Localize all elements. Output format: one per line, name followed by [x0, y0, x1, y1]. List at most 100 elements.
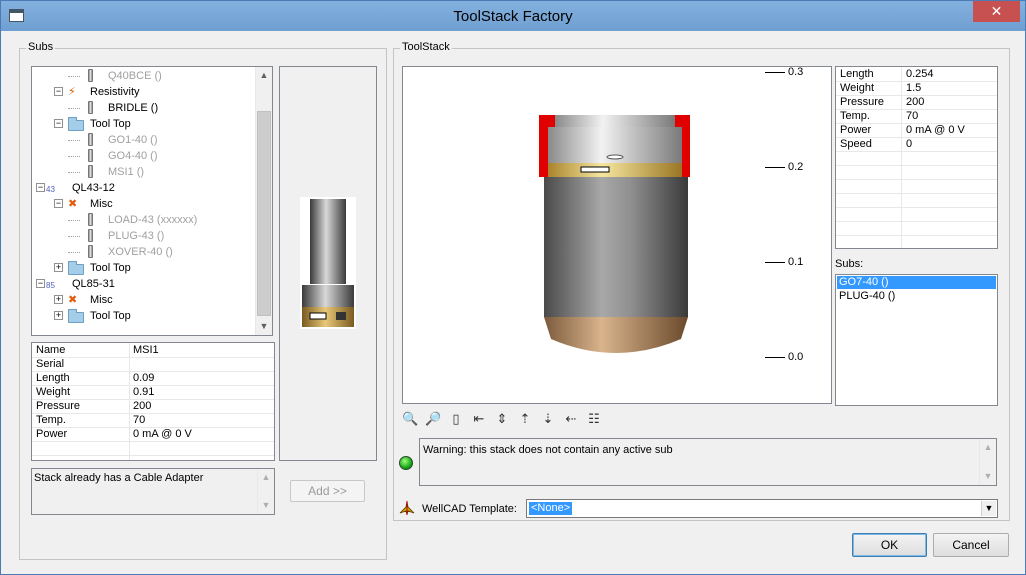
- resistivity-icon: ⚡: [68, 86, 76, 98]
- tree-item-label: Tool Top: [90, 310, 131, 322]
- property-key: Pressure: [36, 400, 81, 412]
- template-value: <None>: [529, 502, 573, 515]
- expand-icon[interactable]: +: [54, 263, 63, 272]
- property-key: Temp.: [840, 110, 870, 122]
- message-scrollbar[interactable]: ▲ ▼: [257, 469, 274, 514]
- tree-item[interactable]: BRIDLE (): [32, 100, 256, 116]
- zoom-out-icon[interactable]: 🔍: [402, 411, 418, 427]
- tree-item[interactable]: XOVER-40 (): [32, 244, 256, 260]
- folder-icon: [68, 117, 84, 131]
- stack-view[interactable]: 0.3 0.2 0.1 0.0: [402, 66, 832, 404]
- expand-icon[interactable]: +: [54, 311, 63, 320]
- property-key: Power: [840, 124, 872, 136]
- scroll-thumb[interactable]: [257, 111, 271, 316]
- property-row: Serial: [32, 358, 274, 372]
- scale-label: 0.0: [788, 351, 804, 363]
- folder-icon: [68, 261, 84, 275]
- tree-item-label: Misc: [90, 294, 113, 306]
- property-row: [836, 152, 997, 166]
- sub-icon: [88, 165, 93, 178]
- scroll-down-icon[interactable]: ▼: [256, 318, 272, 335]
- combo-chevron-down-icon[interactable]: ▼: [981, 501, 996, 516]
- tree-item[interactable]: − Tool Top: [32, 116, 256, 132]
- tree-item[interactable]: + Tool Top: [32, 308, 256, 324]
- property-row: [836, 180, 997, 194]
- subs-group-label: Subs: [26, 41, 56, 53]
- ok-button[interactable]: OK: [852, 533, 927, 557]
- warning-scrollbar[interactable]: ▲ ▼: [979, 439, 996, 485]
- collapse-icon[interactable]: −: [54, 87, 63, 96]
- tree-item[interactable]: PLUG-43 (): [32, 228, 256, 244]
- property-value: 0 mA @ 0 V: [906, 124, 965, 136]
- subs-tree[interactable]: Q40BCE () − ⚡ Resistivity BRIDLE () − Tool Top…: [31, 66, 273, 336]
- tree-connector: [68, 156, 80, 157]
- property-row: [836, 194, 997, 208]
- msg-scroll-down-icon[interactable]: ▼: [258, 497, 274, 514]
- sub-preview: [279, 66, 377, 461]
- subs-list-item[interactable]: GO7-40 (): [837, 276, 996, 289]
- property-row: Pressure 200: [836, 96, 997, 110]
- property-row: Length 0.09: [32, 372, 274, 386]
- tree-item[interactable]: LOAD-43 (xxxxxx): [32, 212, 256, 228]
- property-row: Weight 1.5: [836, 82, 997, 96]
- tree-connector: [68, 220, 80, 221]
- align-icon[interactable]: ☷: [586, 411, 602, 427]
- property-key: Name: [36, 344, 66, 356]
- warn-scroll-down-icon[interactable]: ▼: [980, 468, 996, 485]
- sub-icon: [88, 101, 93, 114]
- cancel-button[interactable]: Cancel: [933, 533, 1009, 557]
- wrench-icon: ✖: [68, 294, 78, 306]
- property-row: Pressure 200: [32, 400, 274, 414]
- expand-icon[interactable]: +: [54, 295, 63, 304]
- msg-scroll-up-icon[interactable]: ▲: [258, 469, 274, 486]
- move-left-icon[interactable]: ⇠: [563, 411, 579, 427]
- property-value: 0: [906, 138, 913, 150]
- tree-item[interactable]: + Tool Top: [32, 260, 256, 276]
- collapse-icon[interactable]: −: [36, 183, 45, 192]
- tree-scrollbar[interactable]: ▲ ▼: [255, 67, 272, 335]
- tree-item[interactable]: −85 QL85-31: [32, 276, 256, 292]
- scale-tick: [765, 357, 785, 358]
- scale-label: 0.1: [788, 256, 804, 268]
- subs-list-item[interactable]: PLUG-40 (): [837, 290, 996, 303]
- tree-item[interactable]: Q40BCE (): [32, 68, 256, 84]
- property-key: Length: [36, 372, 70, 384]
- tree-item[interactable]: + ✖ Misc: [32, 292, 256, 308]
- tree-item[interactable]: GO4-40 (): [32, 148, 256, 164]
- page-icon[interactable]: ▯: [448, 411, 464, 427]
- tree-item[interactable]: − ✖ Misc: [32, 196, 256, 212]
- tree-item[interactable]: GO1-40 (): [32, 132, 256, 148]
- move-down-icon[interactable]: ⇣: [540, 411, 556, 427]
- scroll-up-icon[interactable]: ▲: [256, 67, 272, 84]
- property-row: Temp. 70: [32, 414, 274, 428]
- tree-item-label: QL85-31: [72, 278, 115, 290]
- template-combo[interactable]: <None> ▼: [526, 499, 998, 518]
- wellcad-icon: [399, 500, 415, 516]
- window-title: ToolStack Factory: [453, 8, 573, 25]
- tree-item[interactable]: − ⚡ Resistivity: [32, 84, 256, 100]
- sub-preview-image: [300, 197, 356, 329]
- close-button[interactable]: ✕: [973, 1, 1020, 22]
- collapse-icon[interactable]: −: [54, 199, 63, 208]
- tree-item-label: QL43-12: [72, 182, 115, 194]
- sub-icon: [88, 69, 93, 82]
- tree-item[interactable]: MSI1 (): [32, 164, 256, 180]
- subs-list[interactable]: GO7-40 () PLUG-40 (): [835, 274, 998, 406]
- collapse-icon[interactable]: −: [36, 279, 45, 288]
- property-key: Speed: [840, 138, 872, 150]
- message-box: Stack already has a Cable Adapter ▲ ▼: [31, 468, 275, 515]
- insert-icon[interactable]: ⇕: [494, 411, 510, 427]
- wrench-icon: ✖: [68, 198, 78, 210]
- warn-scroll-up-icon[interactable]: ▲: [980, 439, 996, 456]
- tree-item-label: GO1-40 (): [108, 134, 158, 146]
- tree-item[interactable]: −43 QL43-12: [32, 180, 256, 196]
- move-up-icon[interactable]: ⇡: [517, 411, 533, 427]
- move-first-icon[interactable]: ⇤: [471, 411, 487, 427]
- tree-item-label: XOVER-40 (): [108, 246, 173, 258]
- title-bar[interactable]: ToolStack Factory ✕: [1, 1, 1025, 31]
- zoom-in-icon[interactable]: 🔎: [425, 411, 441, 427]
- property-key: Pressure: [840, 96, 885, 108]
- property-value: 0.09: [133, 372, 155, 384]
- collapse-icon[interactable]: −: [54, 119, 63, 128]
- add-button[interactable]: Add >>: [290, 480, 365, 502]
